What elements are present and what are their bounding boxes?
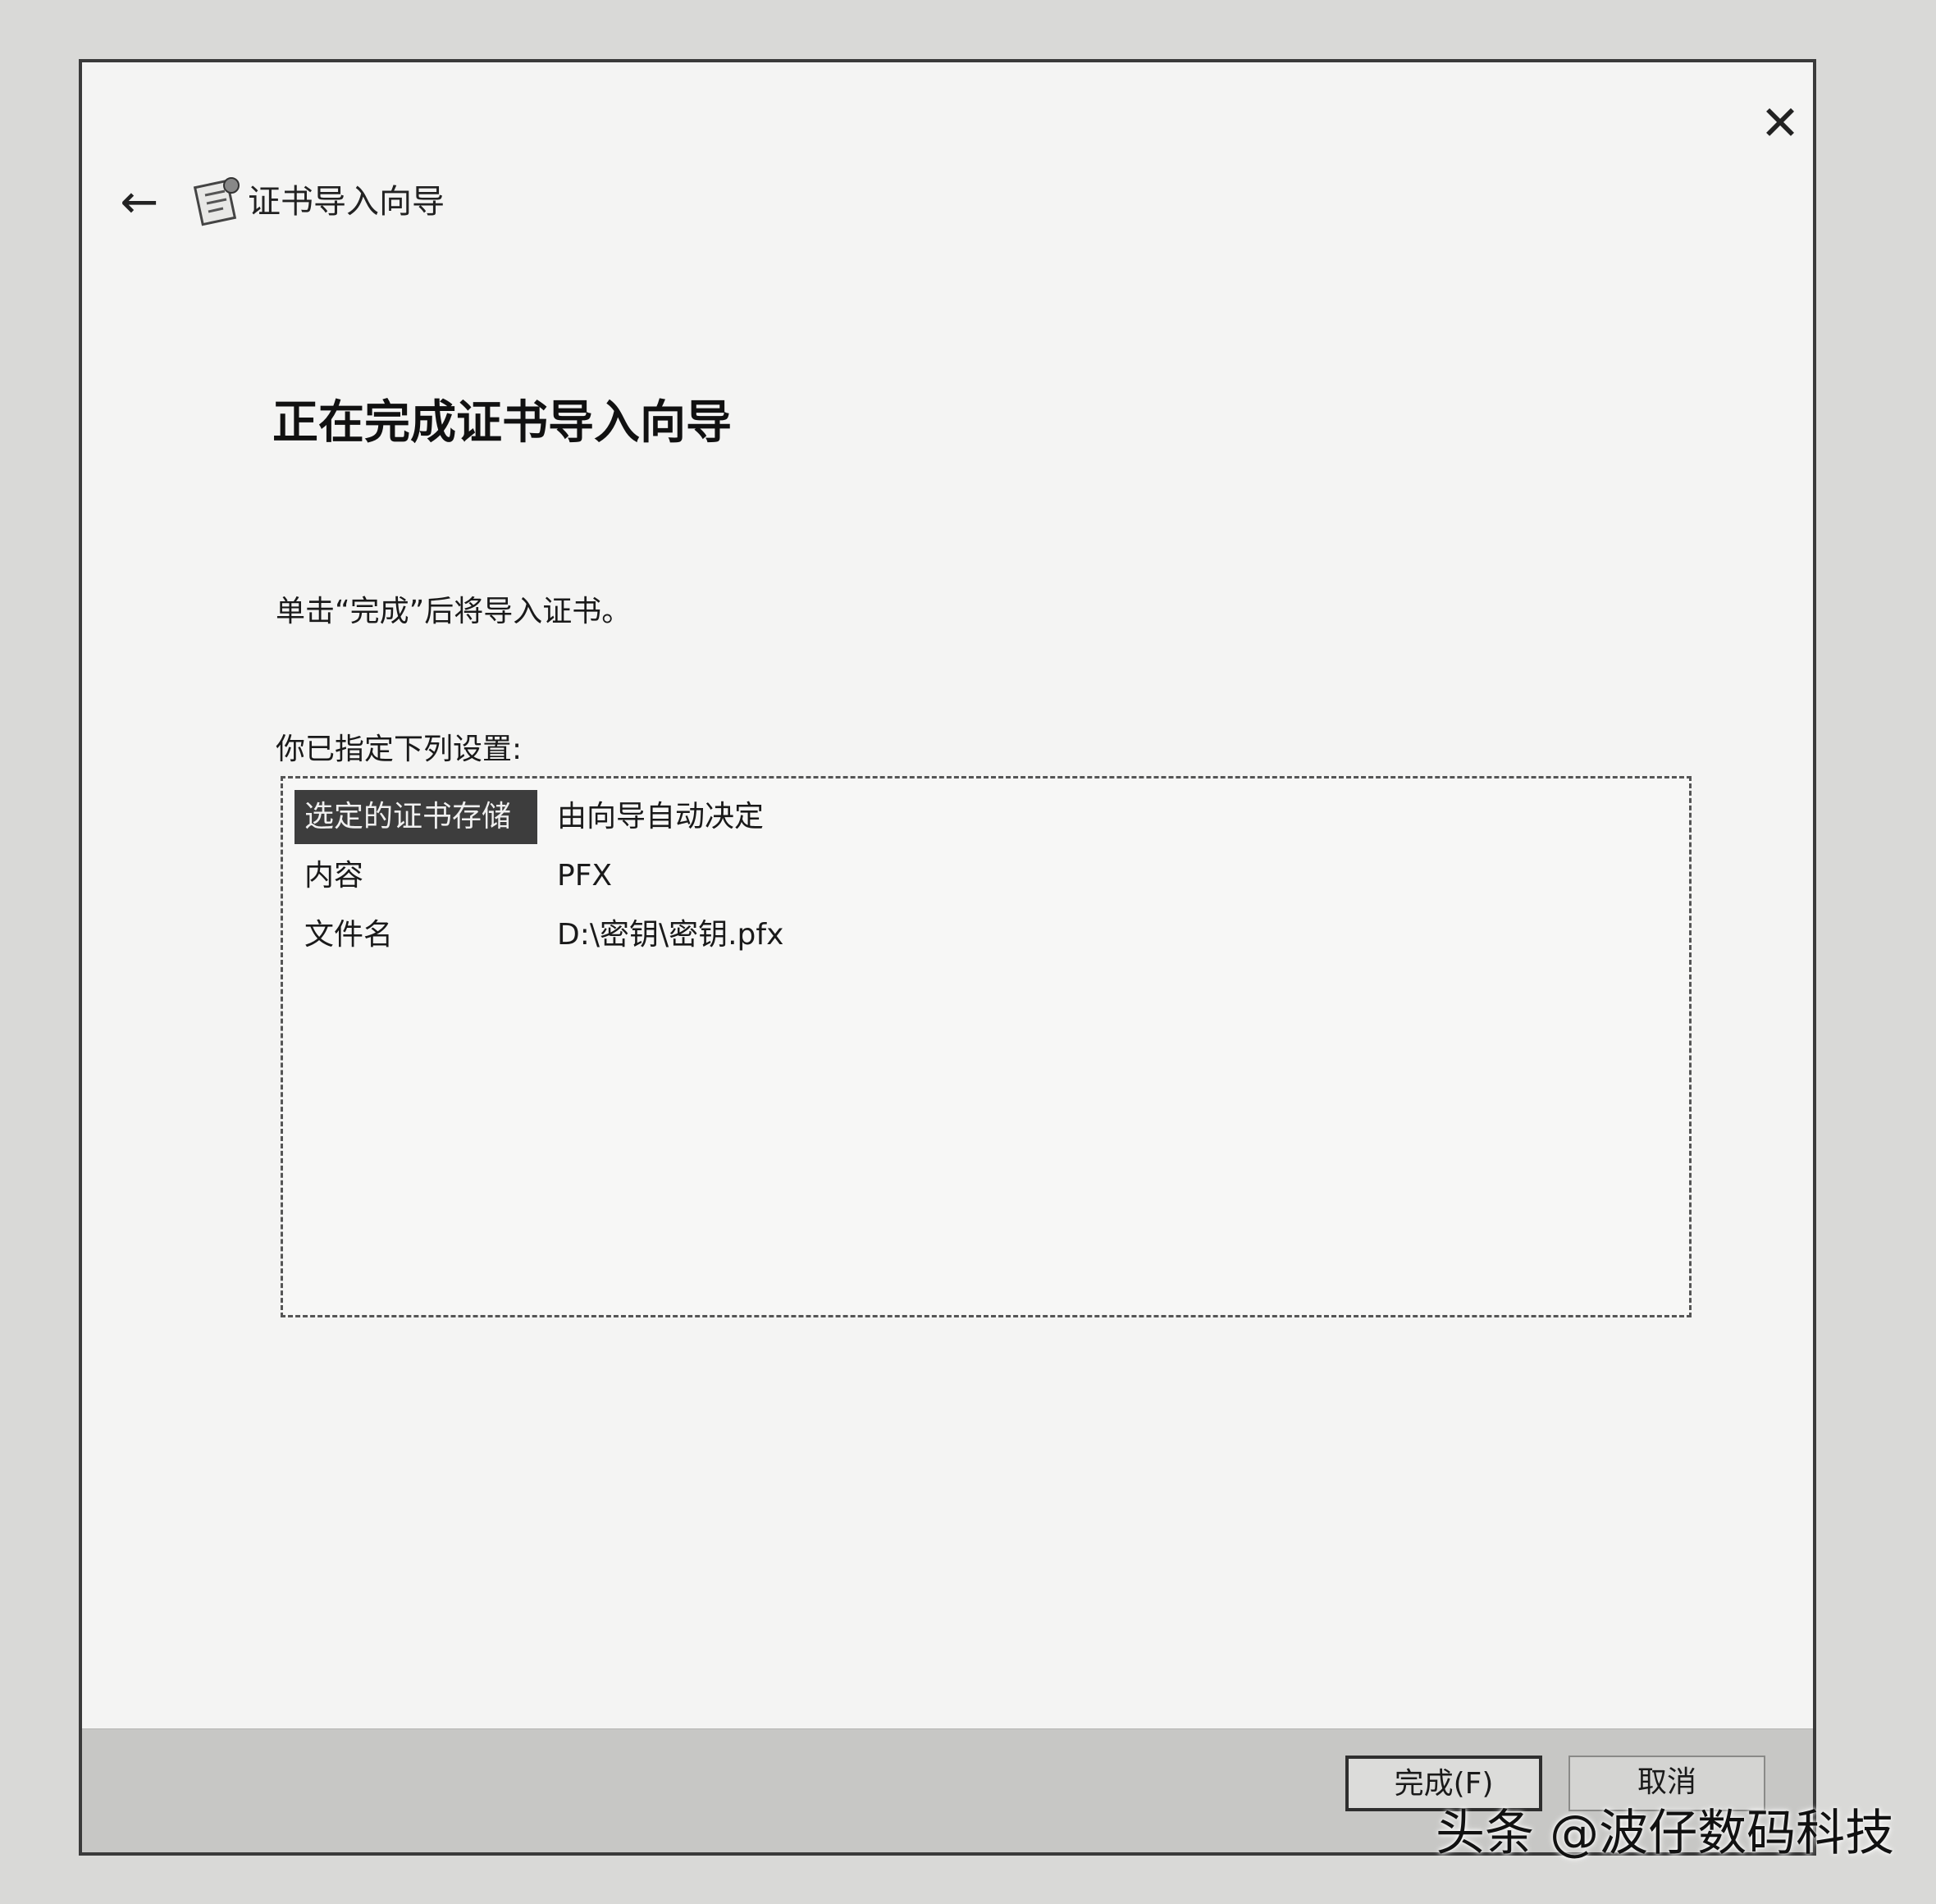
certificate-import-dialog: ✕ ← 证书导入向导 正在完成证书导入向导 单击“完成”后将导入证书。 你已指定…: [79, 59, 1816, 1856]
settings-key[interactable]: 内容: [295, 849, 537, 903]
settings-row[interactable]: 文件名 D:\密钥\密钥.pfx: [295, 908, 1673, 962]
certificate-icon: [193, 177, 240, 226]
watermark-text: 头条 @波仔数码科技: [1436, 1805, 1895, 1862]
settings-list[interactable]: 选定的证书存储 由向导自动决定 内容 PFX 文件名 D:\密钥\密钥.pfx: [281, 776, 1692, 1317]
settings-row[interactable]: 选定的证书存储 由向导自动决定: [295, 790, 1673, 844]
settings-label: 你已指定下列设置:: [276, 733, 523, 766]
settings-row[interactable]: 内容 PFX: [295, 849, 1673, 903]
wizard-title: 证书导入向导: [248, 183, 445, 221]
settings-value: 由向导自动决定: [557, 800, 765, 833]
settings-value: D:\密钥\密钥.pfx: [557, 918, 784, 952]
settings-key[interactable]: 文件名: [295, 908, 537, 962]
settings-value: PFX: [557, 859, 613, 893]
page-heading: 正在完成证书导入向导: [272, 396, 732, 450]
back-arrow-icon[interactable]: ←: [98, 161, 180, 243]
instruction-text: 单击“完成”后将导入证书。: [276, 595, 632, 628]
settings-key[interactable]: 选定的证书存储: [295, 790, 537, 844]
close-icon[interactable]: ✕: [1739, 82, 1821, 164]
